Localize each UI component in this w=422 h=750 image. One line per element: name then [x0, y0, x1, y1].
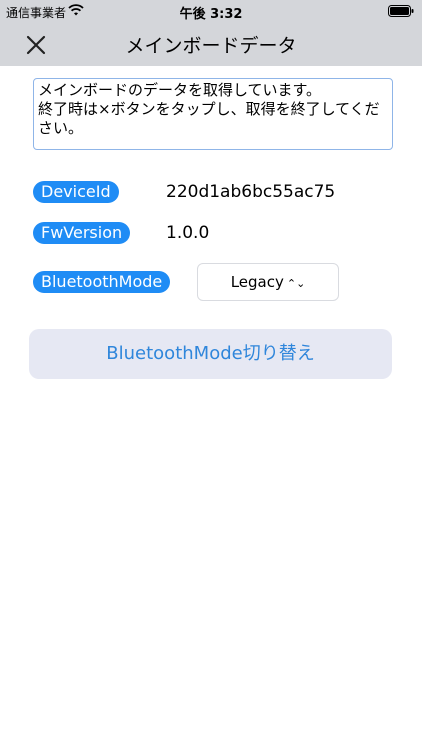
status-message-box: メインボードのデータを取得しています。 終了時は×ボタンをタップし、取得を終了し…	[33, 78, 393, 150]
navigation-bar: メインボードデータ	[0, 22, 422, 66]
device-id-label: DeviceId	[33, 181, 119, 203]
status-time: 午後 3:32	[179, 7, 243, 22]
status-bar: 通信事業者 午後 3:32	[0, 0, 422, 22]
bluetooth-mode-selected: Legacy	[230, 273, 284, 291]
device-id-value: 220d1ab6bc55ac75	[166, 182, 336, 202]
fw-version-label: FwVersion	[33, 222, 131, 244]
page-title: メインボードデータ	[125, 35, 297, 57]
switch-bluetooth-mode-button[interactable]: BluetoothMode切り替え	[29, 329, 392, 379]
bluetooth-mode-label: BluetoothMode	[33, 271, 171, 293]
bluetooth-mode-select[interactable]: Legacy ⌃⌄	[197, 263, 339, 301]
device-id-row: DeviceId 220d1ab6bc55ac75	[0, 181, 422, 207]
battery-icon	[388, 5, 414, 17]
fw-version-value: 1.0.0	[166, 223, 210, 243]
fw-version-row: FwVersion 1.0.0	[0, 222, 422, 248]
chevron-up-down-icon: ⌃⌄	[286, 277, 306, 290]
